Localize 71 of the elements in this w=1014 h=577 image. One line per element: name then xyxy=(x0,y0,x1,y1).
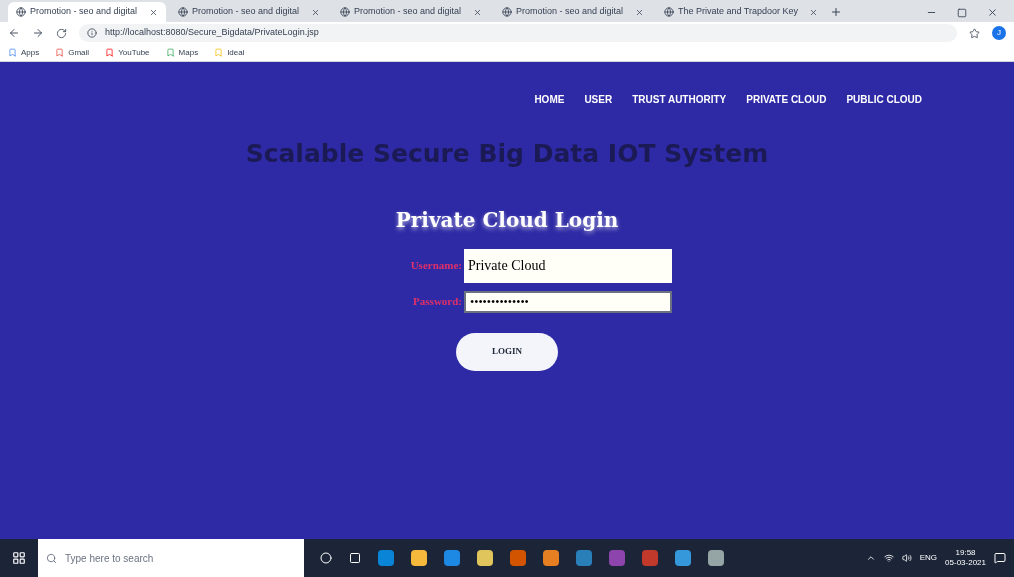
notification-icon[interactable] xyxy=(994,552,1006,564)
clock-time: 19:58 xyxy=(955,548,976,558)
close-icon[interactable] xyxy=(473,7,482,17)
clock-date: 05-03-2021 xyxy=(945,558,986,568)
password-field[interactable]: •••••••••••••• xyxy=(464,290,672,313)
app-icon[interactable] xyxy=(411,550,427,566)
globe-icon xyxy=(340,7,350,17)
close-icon[interactable] xyxy=(311,7,320,17)
nav-link[interactable]: PUBLIC CLOUD xyxy=(846,92,922,107)
circle-icon[interactable] xyxy=(320,552,332,564)
speaker-icon[interactable] xyxy=(901,553,912,563)
bookmark-icon xyxy=(165,48,175,57)
globe-icon xyxy=(16,7,26,17)
bookmark-icon xyxy=(55,48,65,57)
profile-avatar[interactable]: J xyxy=(992,26,1006,40)
password-label: Password: xyxy=(412,294,462,310)
bookmark-icon xyxy=(214,48,224,57)
chevron-up-icon[interactable] xyxy=(865,553,876,563)
star-icon[interactable] xyxy=(969,27,980,39)
app-icon[interactable] xyxy=(477,550,493,566)
tab-title: Promotion - seo and digital xyxy=(192,5,300,19)
close-icon[interactable] xyxy=(809,7,818,17)
bookmark[interactable]: Maps xyxy=(165,46,199,59)
app-icon[interactable] xyxy=(510,550,526,566)
tab-title: The Private and Trapdoor Key xyxy=(678,5,799,19)
close-icon[interactable] xyxy=(987,7,998,18)
login-button[interactable]: LOGIN xyxy=(456,332,558,371)
nav-link[interactable]: USER xyxy=(584,92,613,107)
nav-link[interactable]: PRIVATE CLOUD xyxy=(746,92,827,107)
username-label: Username: xyxy=(409,258,462,274)
tab-title: Promotion - seo and digital xyxy=(30,5,138,19)
new-tab-icon[interactable] xyxy=(830,6,842,18)
search-icon xyxy=(46,552,57,564)
close-icon[interactable] xyxy=(149,7,158,17)
bookmark-icon xyxy=(105,48,115,57)
wifi-icon[interactable] xyxy=(883,553,894,563)
app-icon[interactable] xyxy=(609,550,625,566)
app-icon[interactable] xyxy=(642,550,658,566)
tab-title: Promotion - seo and digital xyxy=(516,5,624,19)
reload-icon[interactable] xyxy=(56,27,67,39)
bookmark[interactable]: Ideal xyxy=(214,46,245,59)
site-title: Scalable Secure Big Data IOT System xyxy=(245,138,769,170)
app-icon[interactable] xyxy=(576,550,592,566)
back-icon[interactable] xyxy=(8,27,20,39)
bookmark[interactable]: YouTube xyxy=(105,46,150,59)
tab-title: Promotion - seo and digital xyxy=(354,5,462,19)
username-field[interactable]: Private Cloud xyxy=(464,248,672,283)
globe-icon xyxy=(502,7,512,17)
app-icon[interactable] xyxy=(378,550,394,566)
close-icon[interactable] xyxy=(635,7,644,17)
form-title: Private Cloud Login xyxy=(395,206,619,234)
bookmark[interactable]: Apps xyxy=(8,46,40,59)
globe-icon xyxy=(664,7,674,17)
app-icon[interactable] xyxy=(708,550,724,566)
start-icon[interactable] xyxy=(12,551,26,565)
app-icon[interactable] xyxy=(675,550,691,566)
bookmark[interactable]: Gmail xyxy=(55,46,90,59)
browser-tab[interactable]: Promotion - seo and digital xyxy=(8,2,166,22)
bookmark-icon xyxy=(8,48,17,57)
forward-icon[interactable] xyxy=(32,27,44,39)
maximize-icon[interactable] xyxy=(957,7,967,18)
app-icon[interactable] xyxy=(543,550,559,566)
globe-icon xyxy=(178,7,188,17)
app-icon[interactable] xyxy=(444,550,460,566)
address-bar[interactable]: http://localhost:8080/Secure_Bigdata/PrivateLogin.jsp xyxy=(79,24,957,42)
task-view-icon[interactable] xyxy=(349,552,361,564)
nav-link[interactable]: TRUST AUTHORITY xyxy=(632,92,727,107)
taskbar-search-field[interactable]: Type here to search xyxy=(38,539,304,577)
nav-link[interactable]: HOME xyxy=(534,92,565,107)
language-indicator[interactable]: ENG xyxy=(919,552,938,564)
info-icon xyxy=(87,28,97,38)
